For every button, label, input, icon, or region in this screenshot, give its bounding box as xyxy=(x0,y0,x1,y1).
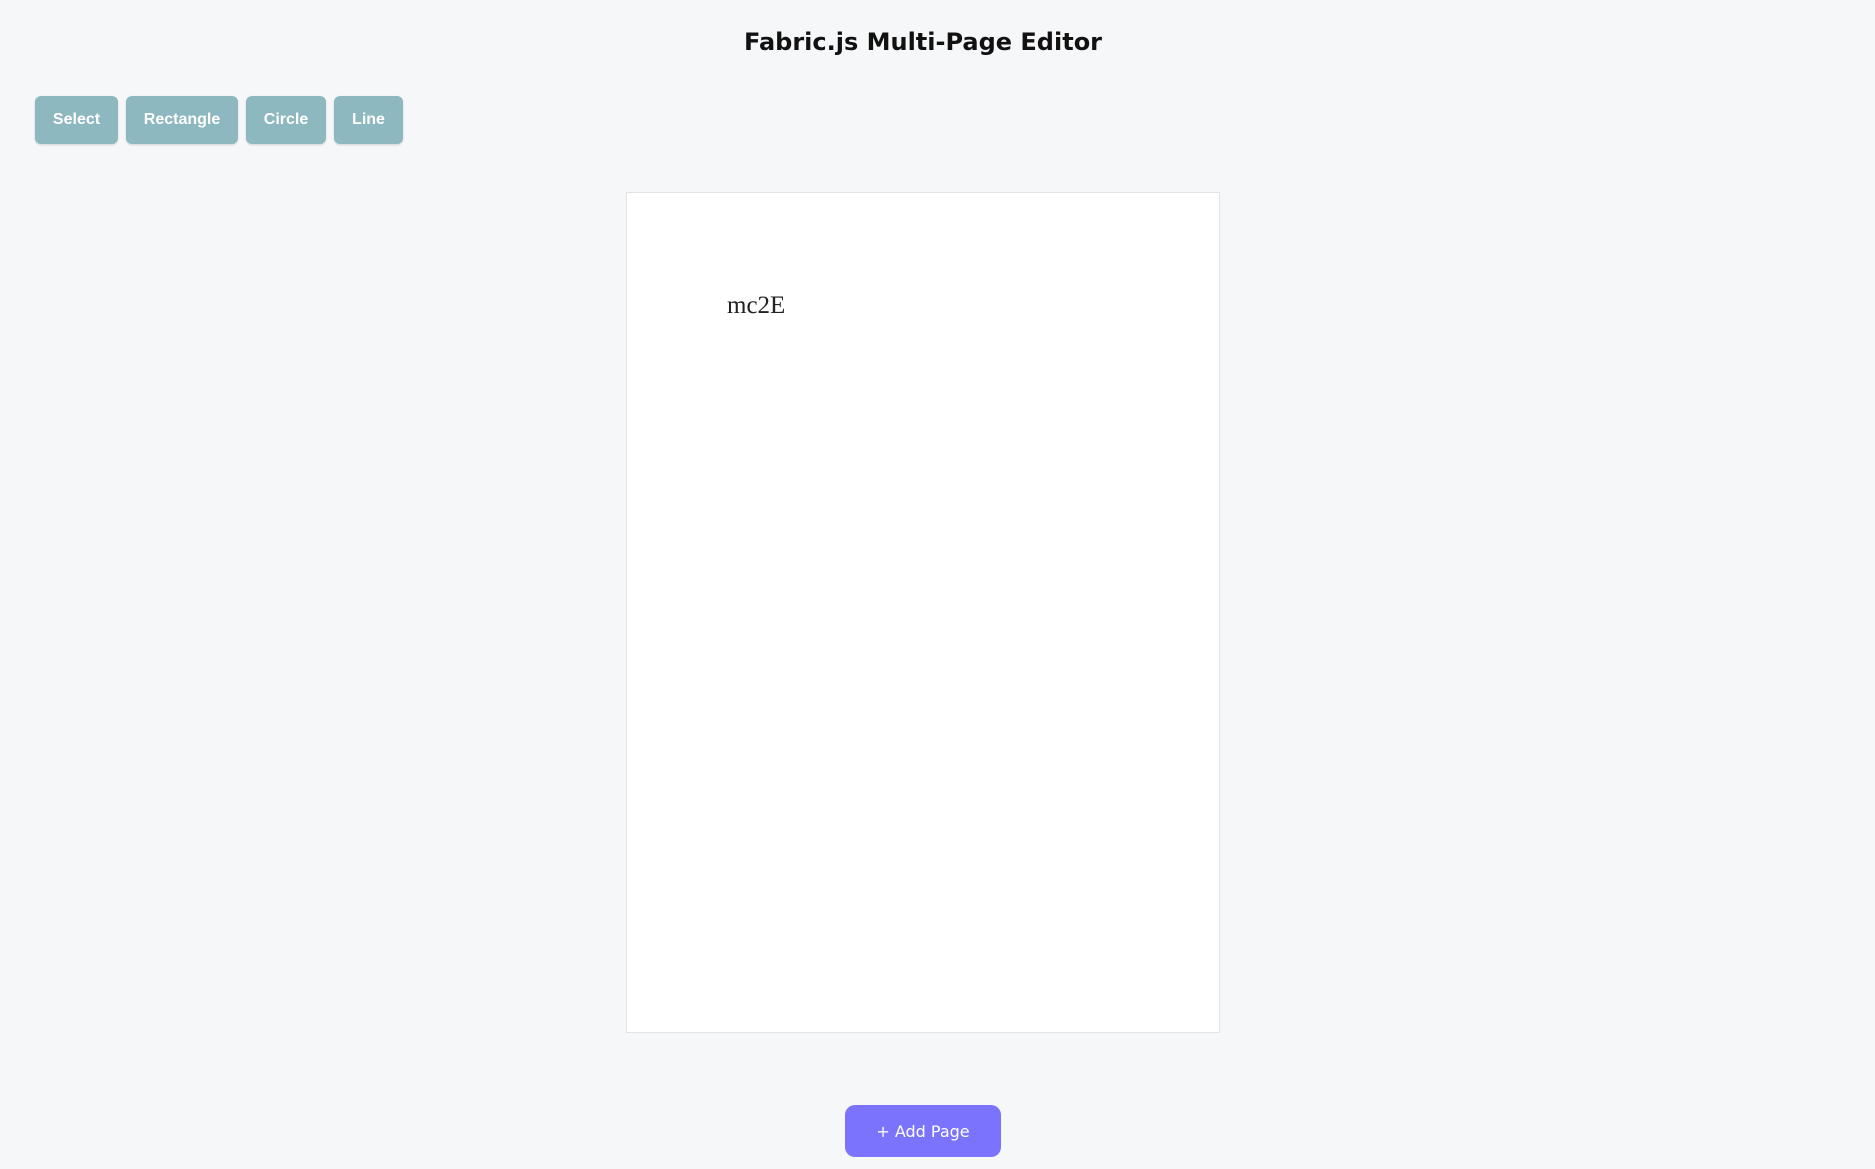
page-canvas[interactable]: mc2E xyxy=(626,192,1220,1033)
add-page-button[interactable]: + Add Page xyxy=(845,1105,1001,1157)
circle-tool-button[interactable]: Circle xyxy=(246,96,326,144)
line-tool-button[interactable]: Line xyxy=(334,96,403,144)
select-tool-button[interactable]: Select xyxy=(35,96,118,144)
canvas-text-object[interactable]: mc2E xyxy=(727,291,785,321)
page-title: Fabric.js Multi-Page Editor xyxy=(743,28,1103,56)
tool-toolbar: Select Rectangle Circle Line xyxy=(35,96,403,144)
editor-app: Fabric.js Multi-Page Editor Select Recta… xyxy=(0,0,1875,1169)
rectangle-tool-button[interactable]: Rectangle xyxy=(126,96,238,144)
